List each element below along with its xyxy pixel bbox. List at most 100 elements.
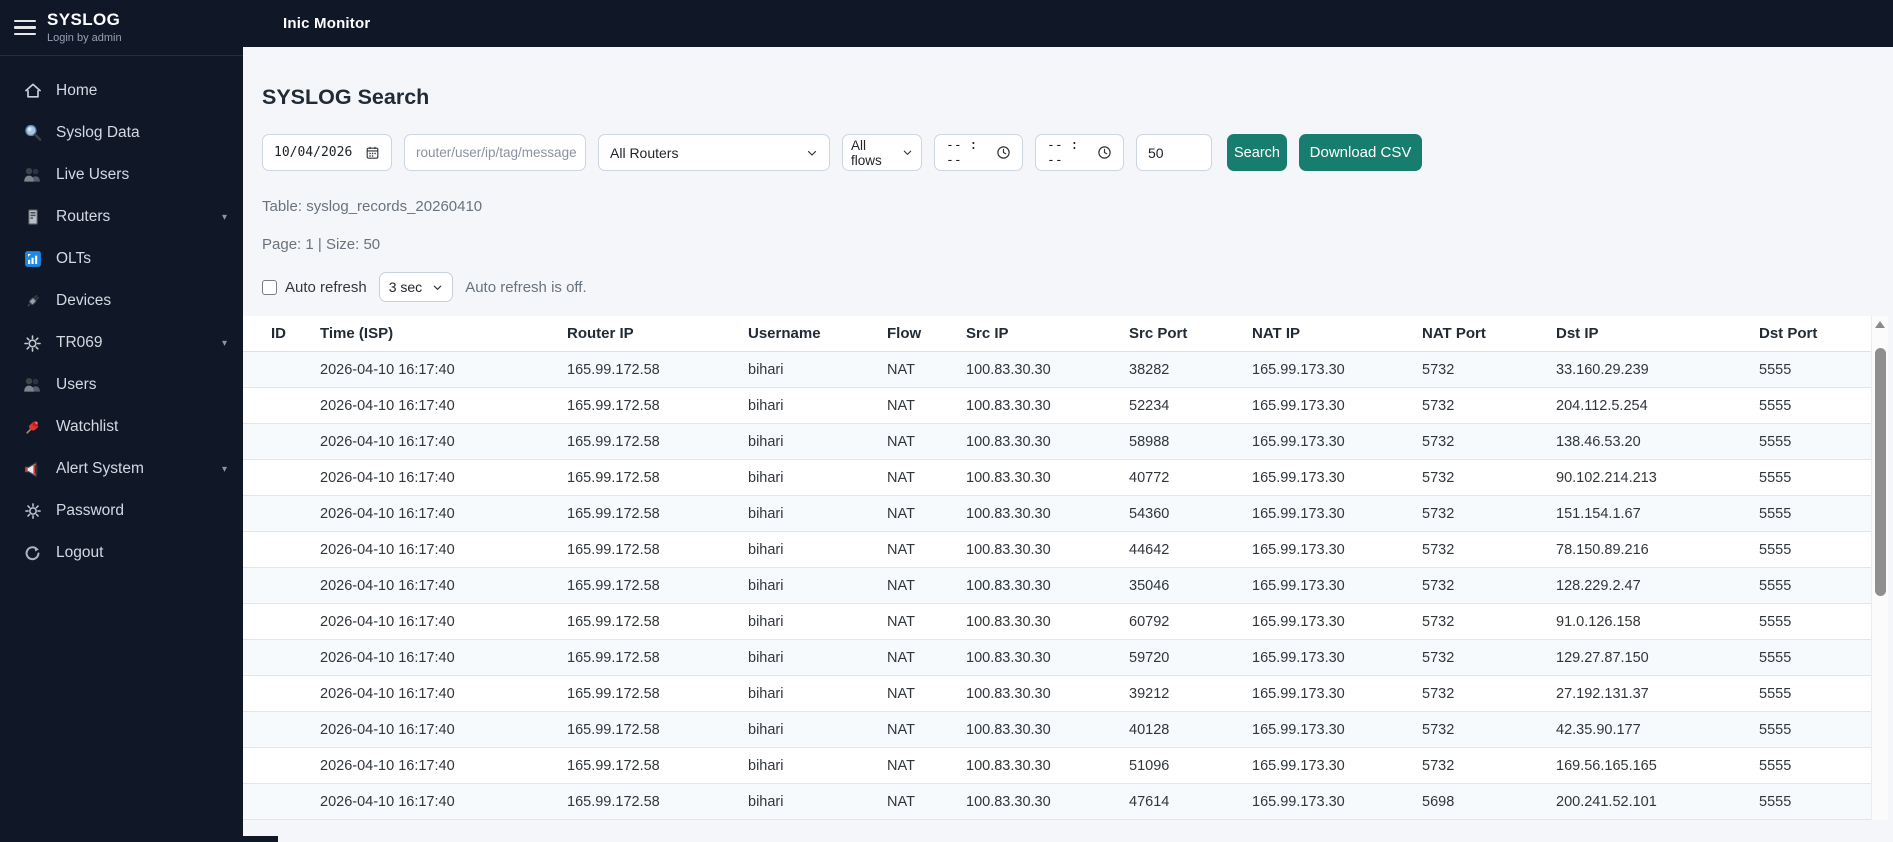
table-row: 2026-04-10 16:17:40 165.99.172.58 bihari NA… [243, 676, 1871, 712]
table-cell [243, 532, 320, 568]
table-cell: 165.99.172.58 [567, 793, 660, 810]
interval-select[interactable]: 3 sec [378, 272, 454, 302]
table-cell: 2026-04-10 16:17:40 [320, 397, 455, 414]
limit-input[interactable]: 50 [1136, 134, 1212, 171]
sidebar-item-tr069[interactable]: TR069 ▾ [0, 322, 243, 364]
table-name-text: Table: syslog_records_20260410 [262, 198, 483, 215]
table-cell: 5555 [1759, 397, 1792, 414]
table-cell: 54360 [1129, 505, 1170, 522]
table-cell: 165.99.173.30 [1252, 613, 1345, 630]
sidebar-item-label: Routers [56, 208, 111, 225]
table-cell: bihari [748, 469, 784, 486]
sidebar-item-alert-system[interactable]: Alert System ▾ [0, 448, 243, 490]
sidebar-item-label: Devices [56, 292, 112, 309]
auto-refresh-checkbox[interactable] [262, 279, 277, 295]
table-cell: 165.99.173.30 [1252, 361, 1345, 378]
search-icon [22, 123, 43, 144]
table-cell: 91.0.126.158 [1556, 613, 1641, 630]
table-cell: 165.99.173.30 [1252, 685, 1345, 702]
sidebar-nav: Home Syslog Data Live Users Routers ▾ OL… [0, 56, 243, 574]
vertical-scrollbar[interactable] [1871, 316, 1888, 820]
table-cell: NAT [887, 793, 915, 810]
sidebar-item-watchlist[interactable]: Watchlist [0, 406, 243, 448]
table-row: 2026-04-10 16:17:40 165.99.172.58 bihari NA… [243, 783, 1871, 820]
clock-icon[interactable] [1097, 145, 1112, 160]
table-cell: 165.99.172.58 [567, 613, 660, 630]
results-table-container: ID Time (ISP) Router IP Username Flow Src IP S… [243, 316, 1888, 820]
sidebar-item-olts[interactable]: OLTs [0, 238, 243, 280]
sidebar-item-password[interactable]: Password [0, 490, 243, 532]
table-cell: 5732 [1422, 613, 1455, 630]
table-cell [243, 676, 320, 712]
flow-select[interactable]: All flows [842, 134, 922, 171]
table-cell: 100.83.30.30 [966, 361, 1051, 378]
column-header: Username [748, 316, 887, 352]
query-input[interactable]: router/user/ip/tag/message [404, 134, 586, 171]
table-cell: 138.46.53.20 [1556, 433, 1641, 450]
scrollbar-up-arrow-icon[interactable] [1875, 321, 1885, 328]
table-cell: 5555 [1759, 469, 1792, 486]
flow-select-value: All flows [851, 137, 882, 168]
table-cell: 2026-04-10 16:17:40 [320, 685, 455, 702]
sidebar-item-devices[interactable]: Devices [0, 280, 243, 322]
table-cell: 200.241.52.101 [1556, 793, 1657, 810]
clock-icon[interactable] [996, 145, 1011, 160]
search-button[interactable]: Search [1227, 134, 1287, 171]
table-cell: 100.83.30.30 [966, 505, 1051, 522]
sidebar-item-live-users[interactable]: Live Users [0, 154, 243, 196]
table-cell: 5732 [1422, 685, 1455, 702]
table-cell: bihari [748, 397, 784, 414]
sidebar-item-routers[interactable]: Routers ▾ [0, 196, 243, 238]
table-cell: 165.99.173.30 [1252, 397, 1345, 414]
login-status: Login by admin [47, 31, 122, 44]
table-cell [243, 784, 320, 820]
sidebar-item-users[interactable]: Users [0, 364, 243, 406]
table-cell: NAT [887, 433, 915, 450]
table-cell: 2026-04-10 16:17:40 [320, 541, 455, 558]
table-row: 2026-04-10 16:17:40 165.99.172.58 bihari NA… [243, 639, 1871, 676]
table-cell: 5555 [1759, 793, 1792, 810]
auto-refresh-label: Auto refresh [285, 278, 367, 296]
router-select[interactable]: All Routers [598, 134, 830, 171]
table-cell: 38282 [1129, 361, 1170, 378]
table-cell [243, 496, 320, 532]
table-row: 2026-04-10 16:17:40 165.99.172.58 bihari NA… [243, 460, 1871, 496]
table-row: 2026-04-10 16:17:40 165.99.172.58 bihari NA… [243, 532, 1871, 568]
table-cell: 5732 [1422, 433, 1455, 450]
table-cell: 40128 [1129, 721, 1170, 738]
table-cell: 5732 [1422, 541, 1455, 558]
sidebar-item-label: Home [56, 82, 98, 99]
table-cell: NAT [887, 361, 915, 378]
sidebar-item-logout[interactable]: Logout [0, 532, 243, 574]
table-cell: 100.83.30.30 [966, 469, 1051, 486]
table-cell: 5555 [1759, 613, 1792, 630]
sidebar-item-label: OLTs [56, 250, 92, 267]
sidebar-item-syslog-data[interactable]: Syslog Data [0, 112, 243, 154]
sidebar-header: SYSLOG Login by admin [0, 0, 243, 56]
chevron-down-icon: ▾ [221, 337, 227, 349]
download-csv-button[interactable]: Download CSV [1299, 134, 1422, 171]
table-cell: 165.99.172.58 [567, 685, 660, 702]
table-cell: 5732 [1422, 505, 1455, 522]
table-cell: 5555 [1759, 649, 1792, 666]
table-cell: 5555 [1759, 433, 1792, 450]
table-cell: 165.99.173.30 [1252, 505, 1345, 522]
sidebar-item-home[interactable]: Home [0, 70, 243, 112]
sidebar-item-label: Logout [56, 544, 104, 561]
plug-icon [22, 291, 43, 312]
table-cell: 165.99.172.58 [567, 649, 660, 666]
table-cell: 5555 [1759, 577, 1792, 594]
table-cell [243, 604, 320, 640]
table-cell: bihari [748, 793, 784, 810]
calendar-icon[interactable] [365, 145, 380, 160]
column-header: NAT IP [1252, 316, 1422, 352]
menu-toggle-icon[interactable] [14, 19, 36, 36]
time-from-input[interactable]: -- : -- [934, 134, 1023, 171]
query-placeholder: router/user/ip/tag/message [416, 145, 577, 160]
table-cell: 2026-04-10 16:17:40 [320, 793, 455, 810]
time-to-input[interactable]: -- : -- [1035, 134, 1124, 171]
scrollbar-thumb[interactable] [1875, 348, 1886, 596]
date-input[interactable]: 10/04/2026 [262, 134, 392, 171]
table-cell [243, 460, 320, 496]
gear-icon [22, 333, 43, 354]
